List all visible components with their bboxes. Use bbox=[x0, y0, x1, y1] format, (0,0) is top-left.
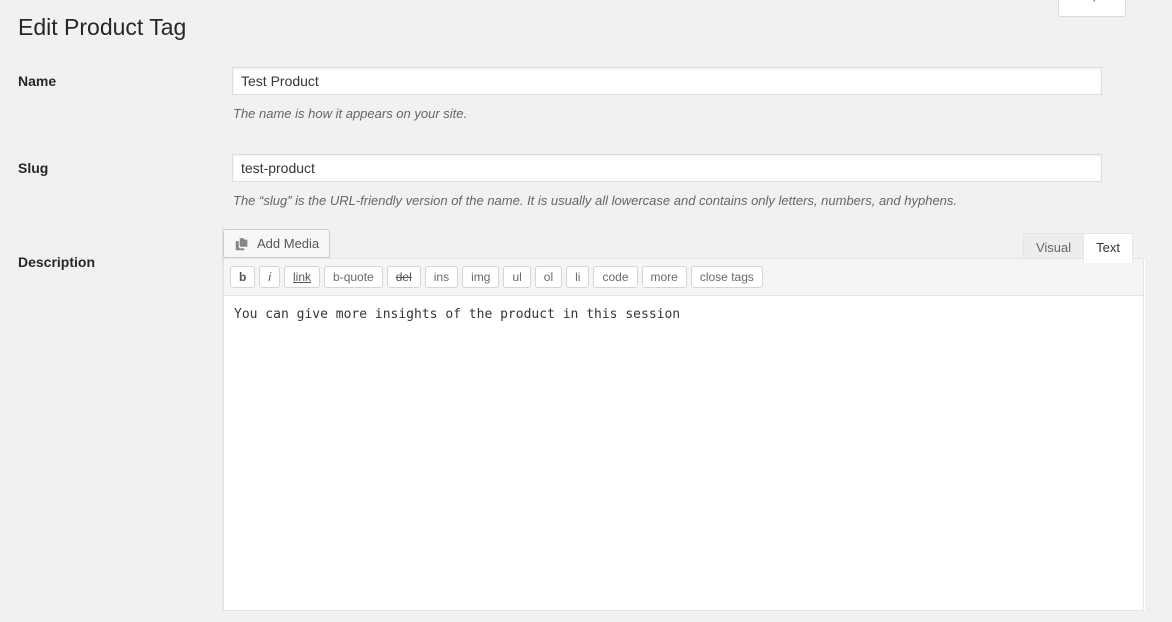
description-label: Description bbox=[18, 254, 96, 270]
slug-description: The “slug” is the URL-friendly version o… bbox=[233, 192, 958, 208]
quicktag-link[interactable]: link bbox=[284, 266, 321, 288]
page-title: Edit Product Tag bbox=[18, 14, 187, 40]
quicktag-i[interactable]: i bbox=[259, 266, 281, 288]
name-description: The name is how it appears on your site. bbox=[233, 106, 468, 121]
quicktags-toolbar: b i link b-quote del ins img ul ol li co… bbox=[224, 259, 1143, 296]
quicktag-b[interactable]: b bbox=[230, 266, 256, 288]
edit-term-form: Name The name is how it appears on your … bbox=[0, 52, 1172, 611]
quicktag-img[interactable]: img bbox=[462, 266, 500, 288]
quicktag-close-tags[interactable]: close tags bbox=[690, 266, 763, 288]
quicktag-ol[interactable]: ol bbox=[534, 266, 563, 288]
tab-text[interactable]: Text bbox=[1083, 233, 1133, 263]
quicktag-del[interactable]: del bbox=[386, 266, 421, 288]
editor-top-toolbar: Add Media Visual Text bbox=[223, 225, 1145, 263]
quicktag-more[interactable]: more bbox=[641, 266, 687, 288]
help-tab-container: Help ▾ bbox=[1058, 0, 1126, 17]
media-icon bbox=[233, 235, 251, 253]
form-row-description: Description Add Media Visual Text b i li… bbox=[0, 225, 1172, 611]
help-button-label: Help bbox=[1073, 0, 1100, 2]
quicktag-ins[interactable]: ins bbox=[424, 266, 459, 288]
quicktag-li[interactable]: li bbox=[566, 266, 590, 288]
quicktag-code[interactable]: code bbox=[593, 266, 638, 288]
form-row-slug: Slug The “slug” is the URL-friendly vers… bbox=[0, 139, 1172, 226]
quicktag-ul[interactable]: ul bbox=[503, 266, 531, 288]
description-field-cell: Add Media Visual Text b i link b-quote d… bbox=[222, 225, 1172, 611]
description-textarea[interactable]: You can give more insights of the produc… bbox=[224, 296, 1143, 610]
slug-field-cell: The “slug” is the URL-friendly version o… bbox=[222, 139, 1172, 226]
quicktag-b-quote[interactable]: b-quote bbox=[324, 266, 383, 288]
editor-box: b i link b-quote del ins img ul ol li co… bbox=[223, 258, 1144, 611]
form-row-name: Name The name is how it appears on your … bbox=[0, 52, 1172, 139]
add-media-label: Add Media bbox=[257, 236, 320, 251]
name-field-cell: The name is how it appears on your site. bbox=[222, 52, 1172, 139]
help-button[interactable]: Help ▾ bbox=[1058, 0, 1126, 17]
chevron-down-icon: ▾ bbox=[1106, 0, 1111, 7]
add-media-button[interactable]: Add Media bbox=[223, 229, 331, 258]
editor-container: Add Media Visual Text b i link b-quote d… bbox=[222, 225, 1145, 611]
slug-label: Slug bbox=[18, 159, 49, 176]
name-input[interactable] bbox=[232, 67, 1102, 95]
slug-input[interactable] bbox=[232, 153, 1102, 182]
name-label: Name bbox=[18, 73, 57, 89]
